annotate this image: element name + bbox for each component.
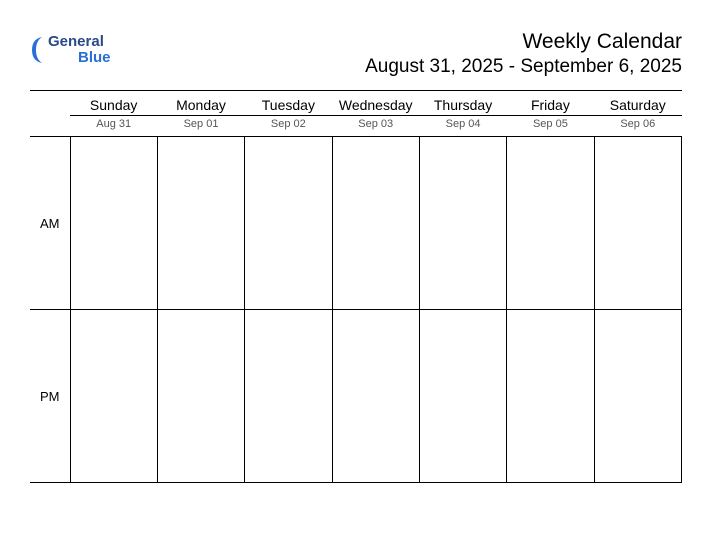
brand-logo: General Blue <box>30 34 111 66</box>
day-date: Sep 06 <box>594 116 681 137</box>
calendar-cell[interactable] <box>245 137 332 310</box>
date-range: August 31, 2025 - September 6, 2025 <box>365 56 682 78</box>
swoosh-icon <box>30 35 50 65</box>
calendar-cell[interactable] <box>594 310 681 483</box>
page-header: General Blue Weekly Calendar August 31, … <box>30 30 682 78</box>
brand-text: General Blue <box>48 34 111 66</box>
calendar-page: General Blue Weekly Calendar August 31, … <box>0 0 712 550</box>
calendar-cell[interactable] <box>245 310 332 483</box>
day-date: Sep 03 <box>332 116 419 137</box>
am-row: AM <box>30 137 682 310</box>
day-header: Saturday <box>594 91 681 116</box>
calendar-cell[interactable] <box>332 137 419 310</box>
day-date-row: Aug 31 Sep 01 Sep 02 Sep 03 Sep 04 Sep 0… <box>30 116 682 137</box>
day-date: Sep 02 <box>245 116 332 137</box>
day-header: Tuesday <box>245 91 332 116</box>
pm-row: PM <box>30 310 682 483</box>
corner-cell <box>30 91 70 116</box>
day-header: Sunday <box>70 91 157 116</box>
calendar-cell[interactable] <box>157 310 244 483</box>
calendar-cell[interactable] <box>419 137 506 310</box>
brand-line2: Blue <box>78 50 111 66</box>
day-header: Friday <box>507 91 594 116</box>
calendar-cell[interactable] <box>70 137 157 310</box>
day-date: Sep 05 <box>507 116 594 137</box>
calendar-cell[interactable] <box>157 137 244 310</box>
day-header: Thursday <box>419 91 506 116</box>
weekly-calendar-table: Sunday Monday Tuesday Wednesday Thursday… <box>30 90 682 483</box>
day-header: Monday <box>157 91 244 116</box>
am-label: AM <box>30 137 70 310</box>
calendar-cell[interactable] <box>70 310 157 483</box>
day-name-row: Sunday Monday Tuesday Wednesday Thursday… <box>30 91 682 116</box>
pm-label: PM <box>30 310 70 483</box>
calendar-cell[interactable] <box>419 310 506 483</box>
day-date: Sep 01 <box>157 116 244 137</box>
calendar-cell[interactable] <box>594 137 681 310</box>
day-date: Sep 04 <box>419 116 506 137</box>
day-date: Aug 31 <box>70 116 157 137</box>
corner-cell <box>30 116 70 137</box>
calendar-cell[interactable] <box>507 310 594 483</box>
page-title: Weekly Calendar <box>365 30 682 54</box>
title-block: Weekly Calendar August 31, 2025 - Septem… <box>365 30 682 78</box>
brand-line1: General <box>48 34 111 50</box>
calendar-cell[interactable] <box>507 137 594 310</box>
calendar-cell[interactable] <box>332 310 419 483</box>
day-header: Wednesday <box>332 91 419 116</box>
